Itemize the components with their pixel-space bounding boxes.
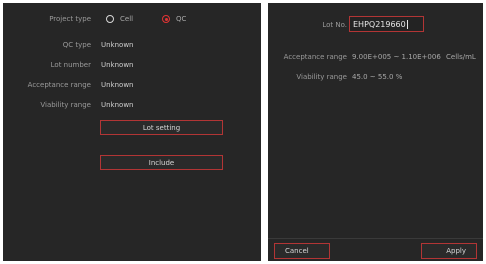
lot-no-input[interactable]: EHPQ219660 [349,16,424,32]
viability-range-value: 45.0 ~ 55.0 % [352,73,403,81]
apply-button[interactable]: Apply [421,243,477,259]
qc-settings-panel: Project type Cell QC QC type Unknown Lot… [3,3,261,261]
cell-radio[interactable] [106,15,114,23]
lot-no-value: EHPQ219660 [353,19,406,29]
qc-option-label[interactable]: QC [176,15,186,23]
cancel-button[interactable]: Cancel [274,243,330,259]
qc-type-label: QC type [62,41,91,49]
acceptance-unit: Cells/mL [446,53,476,61]
viability-range-label: Viability range [40,101,91,109]
acceptance-range-label: Acceptance range [283,53,347,61]
cell-option-label[interactable]: Cell [120,15,133,23]
viability-range-value: Unknown [101,101,134,109]
lot-no-label: Lot No. [322,21,347,29]
lot-number-label: Lot number [50,61,91,69]
lot-setting-panel: Lot No. EHPQ219660 Acceptance range 9.00… [268,3,483,261]
footer-divider [268,238,483,239]
acceptance-range-label: Acceptance range [27,81,91,89]
viability-range-label: Viability range [296,73,347,81]
qc-radio[interactable] [162,15,170,23]
text-cursor [406,19,408,29]
acceptance-range-value: Unknown [101,81,134,89]
qc-type-value: Unknown [101,41,134,49]
lot-number-value: Unknown [101,61,134,69]
acceptance-range-value: 9.00E+005 ~ 1.10E+006 [352,53,441,61]
project-type-label: Project type [49,15,91,23]
include-button[interactable]: Include [100,155,223,170]
lot-setting-button[interactable]: Lot setting [100,120,223,135]
